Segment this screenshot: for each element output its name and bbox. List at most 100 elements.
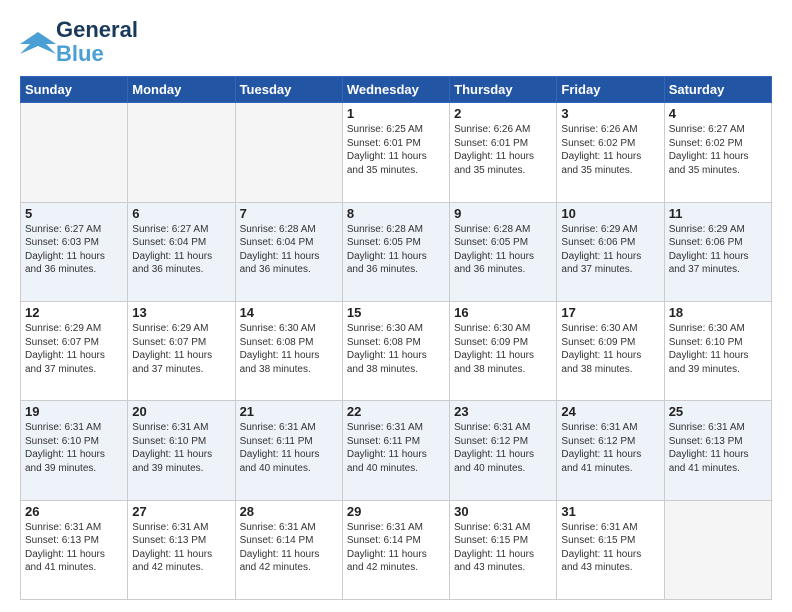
logo-line2: Blue xyxy=(56,42,104,66)
calendar-cell: 28Sunrise: 6:31 AM Sunset: 6:14 PM Dayli… xyxy=(235,500,342,599)
calendar-cell xyxy=(128,103,235,202)
day-info: Sunrise: 6:26 AM Sunset: 6:01 PM Dayligh… xyxy=(454,123,552,177)
calendar-cell: 4Sunrise: 6:27 AM Sunset: 6:02 PM Daylig… xyxy=(664,103,771,202)
weekday-row: SundayMondayTuesdayWednesdayThursdayFrid… xyxy=(21,77,772,103)
calendar-cell: 7 Sunrise: 6:28 AM Sunset: 6:04 PM Daylig… xyxy=(235,202,342,301)
weekday-header-thursday: Thursday xyxy=(450,77,557,103)
logo: General Blue xyxy=(20,18,138,66)
day-info: Sunrise: 6:31 AM Sunset: 6:12 PM Dayligh… xyxy=(561,421,659,475)
calendar-cell: 19 Sunrise: 6:31 AM Sunset: 6:10 PM Dayli… xyxy=(21,401,128,500)
day-number: 29 xyxy=(347,504,445,519)
calendar-cell: 2Sunrise: 6:26 AM Sunset: 6:01 PM Daylig… xyxy=(450,103,557,202)
day-info: Sunrise: 6:31 AM Sunset: 6:13 PM Dayligh… xyxy=(25,521,123,575)
day-info: Sunrise: 6:31 AM Sunset: 6:15 PM Dayligh… xyxy=(454,521,552,575)
day-number: 19 xyxy=(25,404,123,419)
day-info: Sunrise: 6:28 AM Sunset: 6:05 PM Dayligh… xyxy=(454,223,552,277)
day-number: 5 xyxy=(25,206,123,221)
calendar-header: SundayMondayTuesdayWednesdayThursdayFrid… xyxy=(21,77,772,103)
day-info: Sunrise: 6:30 AM Sunset: 6:08 PM Dayligh… xyxy=(240,322,338,376)
day-number: 1 xyxy=(347,106,445,121)
calendar-cell: 3 Sunrise: 6:26 AM Sunset: 6:02 PM Daylig… xyxy=(557,103,664,202)
day-number: 21 xyxy=(240,404,338,419)
calendar-week-row: 12 Sunrise: 6:29 AM Sunset: 6:07 PM Dayli… xyxy=(21,302,772,401)
weekday-header-saturday: Saturday xyxy=(664,77,771,103)
day-info: Sunrise: 6:26 AM Sunset: 6:02 PM Dayligh… xyxy=(561,123,659,177)
calendar-cell: 23 Sunrise: 6:31 AM Sunset: 6:12 PM Dayli… xyxy=(450,401,557,500)
day-number: 7 xyxy=(240,206,338,221)
day-info: Sunrise: 6:31 AM Sunset: 6:15 PM Dayligh… xyxy=(561,521,659,575)
weekday-header-sunday: Sunday xyxy=(21,77,128,103)
day-number: 17 xyxy=(561,305,659,320)
day-info: Sunrise: 6:30 AM Sunset: 6:08 PM Dayligh… xyxy=(347,322,445,376)
calendar-cell: 15 Sunrise: 6:30 AM Sunset: 6:08 PM Dayli… xyxy=(342,302,449,401)
calendar-body: 1 Sunrise: 6:25 AM Sunset: 6:01 PM Daylig… xyxy=(21,103,772,600)
day-info: Sunrise: 6:31 AM Sunset: 6:12 PM Dayligh… xyxy=(454,421,552,475)
day-info: Sunrise: 6:31 AM Sunset: 6:10 PM Dayligh… xyxy=(132,421,230,475)
day-info: Sunrise: 6:31 AM Sunset: 6:10 PM Dayligh… xyxy=(25,421,123,475)
day-number: 22 xyxy=(347,404,445,419)
calendar-week-row: 5 Sunrise: 6:27 AM Sunset: 6:03 PM Daylig… xyxy=(21,202,772,301)
calendar-cell: 8Sunrise: 6:28 AM Sunset: 6:05 PM Daylig… xyxy=(342,202,449,301)
day-info: Sunrise: 6:27 AM Sunset: 6:03 PM Dayligh… xyxy=(25,223,123,277)
day-info: Sunrise: 6:25 AM Sunset: 6:01 PM Dayligh… xyxy=(347,123,445,177)
calendar-cell: 5 Sunrise: 6:27 AM Sunset: 6:03 PM Daylig… xyxy=(21,202,128,301)
day-info: Sunrise: 6:30 AM Sunset: 6:10 PM Dayligh… xyxy=(669,322,767,376)
day-number: 26 xyxy=(25,504,123,519)
day-info: Sunrise: 6:29 AM Sunset: 6:06 PM Dayligh… xyxy=(669,223,767,277)
calendar-week-row: 26 Sunrise: 6:31 AM Sunset: 6:13 PM Dayli… xyxy=(21,500,772,599)
day-number: 6 xyxy=(132,206,230,221)
day-number: 11 xyxy=(669,206,767,221)
day-info: Sunrise: 6:28 AM Sunset: 6:04 PM Dayligh… xyxy=(240,223,338,277)
calendar-cell: 30 Sunrise: 6:31 AM Sunset: 6:15 PM Dayli… xyxy=(450,500,557,599)
day-number: 23 xyxy=(454,404,552,419)
header: General Blue xyxy=(20,18,772,66)
day-info: Sunrise: 6:30 AM Sunset: 6:09 PM Dayligh… xyxy=(561,322,659,376)
logo-icon xyxy=(20,24,56,60)
calendar-cell: 10 Sunrise: 6:29 AM Sunset: 6:06 PM Dayli… xyxy=(557,202,664,301)
calendar-table: SundayMondayTuesdayWednesdayThursdayFrid… xyxy=(20,76,772,600)
weekday-header-wednesday: Wednesday xyxy=(342,77,449,103)
day-number: 28 xyxy=(240,504,338,519)
calendar-cell: 20 Sunrise: 6:31 AM Sunset: 6:10 PM Dayli… xyxy=(128,401,235,500)
calendar-week-row: 19 Sunrise: 6:31 AM Sunset: 6:10 PM Dayli… xyxy=(21,401,772,500)
day-number: 25 xyxy=(669,404,767,419)
weekday-header-friday: Friday xyxy=(557,77,664,103)
calendar-cell: 18 Sunrise: 6:30 AM Sunset: 6:10 PM Dayli… xyxy=(664,302,771,401)
day-number: 13 xyxy=(132,305,230,320)
calendar-cell: 14Sunrise: 6:30 AM Sunset: 6:08 PM Dayli… xyxy=(235,302,342,401)
calendar-cell: 21 Sunrise: 6:31 AM Sunset: 6:11 PM Dayli… xyxy=(235,401,342,500)
calendar-cell: 27 Sunrise: 6:31 AM Sunset: 6:13 PM Dayli… xyxy=(128,500,235,599)
day-info: Sunrise: 6:31 AM Sunset: 6:14 PM Dayligh… xyxy=(347,521,445,575)
day-number: 12 xyxy=(25,305,123,320)
calendar-week-row: 1 Sunrise: 6:25 AM Sunset: 6:01 PM Daylig… xyxy=(21,103,772,202)
weekday-header-monday: Monday xyxy=(128,77,235,103)
day-info: Sunrise: 6:27 AM Sunset: 6:02 PM Dayligh… xyxy=(669,123,767,177)
calendar-cell: 9Sunrise: 6:28 AM Sunset: 6:05 PM Daylig… xyxy=(450,202,557,301)
day-number: 24 xyxy=(561,404,659,419)
day-info: Sunrise: 6:29 AM Sunset: 6:07 PM Dayligh… xyxy=(132,322,230,376)
day-number: 20 xyxy=(132,404,230,419)
day-number: 30 xyxy=(454,504,552,519)
day-info: Sunrise: 6:30 AM Sunset: 6:09 PM Dayligh… xyxy=(454,322,552,376)
day-number: 15 xyxy=(347,305,445,320)
calendar-cell: 29 Sunrise: 6:31 AM Sunset: 6:14 PM Dayli… xyxy=(342,500,449,599)
calendar-cell: 26 Sunrise: 6:31 AM Sunset: 6:13 PM Dayli… xyxy=(21,500,128,599)
calendar-cell: 24 Sunrise: 6:31 AM Sunset: 6:12 PM Dayli… xyxy=(557,401,664,500)
calendar-cell: 25Sunrise: 6:31 AM Sunset: 6:13 PM Dayli… xyxy=(664,401,771,500)
day-number: 27 xyxy=(132,504,230,519)
calendar-cell: 11 Sunrise: 6:29 AM Sunset: 6:06 PM Dayli… xyxy=(664,202,771,301)
calendar-cell: 31Sunrise: 6:31 AM Sunset: 6:15 PM Dayli… xyxy=(557,500,664,599)
calendar-cell: 16 Sunrise: 6:30 AM Sunset: 6:09 PM Dayli… xyxy=(450,302,557,401)
calendar-cell: 12 Sunrise: 6:29 AM Sunset: 6:07 PM Dayli… xyxy=(21,302,128,401)
calendar-cell: 17 Sunrise: 6:30 AM Sunset: 6:09 PM Dayli… xyxy=(557,302,664,401)
day-number: 16 xyxy=(454,305,552,320)
day-info: Sunrise: 6:31 AM Sunset: 6:13 PM Dayligh… xyxy=(132,521,230,575)
day-number: 8 xyxy=(347,206,445,221)
logo-line1: General xyxy=(56,18,138,42)
day-info: Sunrise: 6:29 AM Sunset: 6:07 PM Dayligh… xyxy=(25,322,123,376)
day-info: Sunrise: 6:31 AM Sunset: 6:11 PM Dayligh… xyxy=(240,421,338,475)
day-number: 18 xyxy=(669,305,767,320)
day-number: 10 xyxy=(561,206,659,221)
day-info: Sunrise: 6:29 AM Sunset: 6:06 PM Dayligh… xyxy=(561,223,659,277)
day-number: 3 xyxy=(561,106,659,121)
